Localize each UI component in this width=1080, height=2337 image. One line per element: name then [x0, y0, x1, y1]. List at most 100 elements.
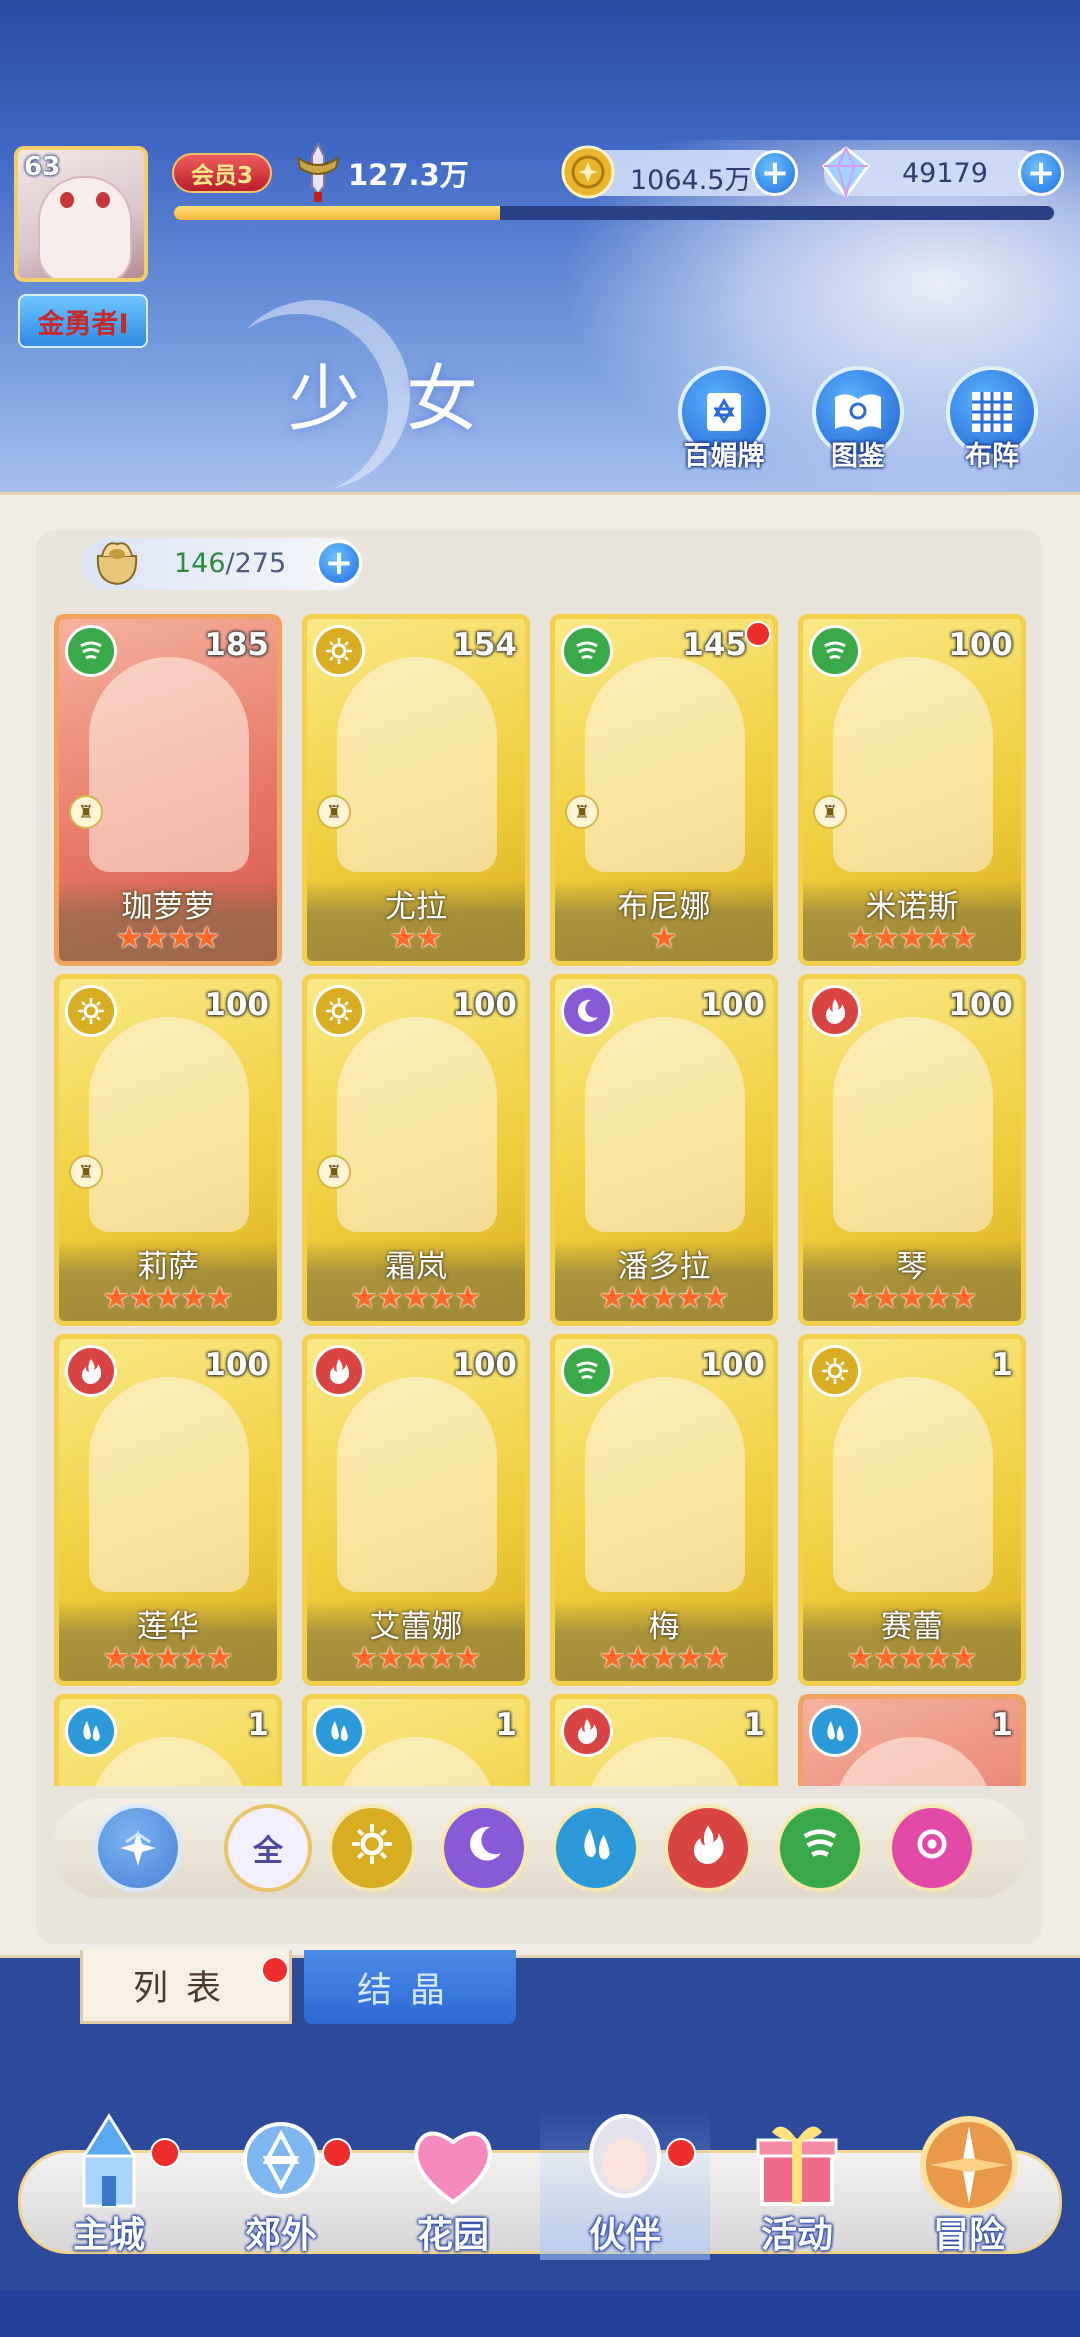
- character-portrait: [833, 657, 993, 872]
- character-portrait: [89, 1017, 249, 1232]
- gallery-button[interactable]: 图鉴: [808, 366, 908, 486]
- filter-sort-button[interactable]: [94, 1804, 182, 1892]
- character-card[interactable]: 1 赛蕾 ★★★★★: [798, 1334, 1026, 1686]
- tab-crystal[interactable]: 结晶: [304, 1950, 516, 2024]
- star-icon: ★: [846, 1280, 875, 1316]
- moon-element-icon: [561, 985, 613, 1037]
- character-level: 1: [247, 1707, 269, 1743]
- water-element-icon: [65, 1705, 117, 1757]
- character-card[interactable]: 145 ♜ 布尼娜 ★: [550, 614, 778, 966]
- nav-label: 主城: [72, 2215, 145, 2256]
- player-level: 63: [24, 152, 61, 182]
- player-title-badge[interactable]: 金勇者I: [18, 294, 148, 348]
- add-diamond-button[interactable]: +: [1018, 150, 1064, 196]
- flame-icon: [685, 1821, 731, 1875]
- star-icon: ★: [402, 1280, 430, 1316]
- tab-list-label: 列表: [132, 1969, 239, 2009]
- star-icon: ★: [624, 1640, 653, 1676]
- character-portrait: [337, 1377, 497, 1592]
- star-icon: ★: [898, 1280, 926, 1316]
- filter-fire-button[interactable]: [664, 1804, 752, 1892]
- formation-button[interactable]: 布阵: [942, 366, 1042, 486]
- filter-all-button[interactable]: 全: [224, 1804, 312, 1892]
- nav-1-magic-gate[interactable]: 郊外: [196, 2110, 366, 2260]
- character-card[interactable]: 1: [550, 1694, 778, 1786]
- star-icon: ★: [427, 1640, 456, 1676]
- rank-badge-icon: ♜: [565, 795, 599, 829]
- star-icon: ★: [650, 1280, 678, 1316]
- filter-light-button[interactable]: [328, 1804, 416, 1892]
- card-deck-button[interactable]: 百媚牌: [674, 366, 774, 486]
- filter-water-button[interactable]: [552, 1804, 640, 1892]
- character-card[interactable]: 100 莲华 ★★★★★: [54, 1334, 282, 1686]
- notification-dot: [322, 2138, 352, 2168]
- character-card[interactable]: 154 ♜ 尤拉 ★★: [302, 614, 530, 966]
- expand-inventory-button[interactable]: +: [316, 540, 362, 586]
- star-rating: ★★★★★: [555, 1643, 773, 1674]
- character-card[interactable]: 1: [798, 1694, 1026, 1786]
- heart-garden-icon: [398, 2110, 508, 2220]
- character-portrait: [833, 1377, 993, 1592]
- nav-3-partner-portrait[interactable]: 伙伴: [540, 2110, 710, 2260]
- star-icon: ★: [102, 1640, 131, 1676]
- rank-badge-icon: ♜: [317, 795, 351, 829]
- character-portrait: [585, 1377, 745, 1592]
- player-avatar[interactable]: 63: [14, 146, 148, 282]
- star-rating: ★★★★: [59, 923, 277, 954]
- filter-heart-button[interactable]: [888, 1804, 976, 1892]
- character-card[interactable]: 1: [54, 1694, 282, 1786]
- inventory-current: 146: [174, 548, 226, 579]
- light-element-icon: [809, 1345, 861, 1397]
- inventory-max: /275: [225, 548, 287, 579]
- character-level: 185: [204, 627, 269, 663]
- wind-element-icon: [809, 625, 861, 677]
- character-card[interactable]: 100 ♜ 米诺斯 ★★★★★: [798, 614, 1026, 966]
- tab-list[interactable]: 列表: [80, 1950, 292, 2024]
- exp-progress-fill: [174, 206, 500, 220]
- water-element-icon: [809, 1705, 861, 1757]
- star-icon: ★: [872, 920, 901, 956]
- gallery-label: 图鉴: [831, 441, 885, 472]
- page-title: 少女: [288, 357, 525, 441]
- character-portrait: [585, 657, 745, 872]
- character-portrait: [585, 1017, 745, 1232]
- character-card[interactable]: 1: [302, 1694, 530, 1786]
- star-icon: ★: [701, 1280, 730, 1316]
- star-icon: ★: [415, 920, 443, 956]
- notification-dot: [745, 621, 771, 647]
- vip-badge[interactable]: 会员3: [172, 153, 272, 193]
- character-card[interactable]: 100 ♜ 莉萨 ★★★★★: [54, 974, 282, 1326]
- fire-element-icon: [65, 1345, 117, 1397]
- light-element-icon: [313, 625, 365, 677]
- star-icon: ★: [898, 1640, 926, 1676]
- star-icon: ★: [949, 1280, 978, 1316]
- star-icon: ★: [872, 1640, 901, 1676]
- character-card[interactable]: 100 潘多拉 ★★★★★: [550, 974, 778, 1326]
- character-card[interactable]: 100 琴 ★★★★★: [798, 974, 1026, 1326]
- character-card[interactable]: 185 ♜ 珈萝萝 ★★★★: [54, 614, 282, 966]
- star-icon: ★: [154, 1640, 182, 1676]
- add-gold-button[interactable]: +: [752, 150, 798, 196]
- fire-element-icon: [561, 1705, 613, 1757]
- element-filter-bar: [52, 1798, 1028, 1898]
- compass-icon: [914, 2110, 1024, 2220]
- nav-2-heart-garden[interactable]: 花园: [368, 2110, 538, 2260]
- partner-portrait-icon: [570, 2110, 680, 2220]
- filter-wind-button[interactable]: [776, 1804, 864, 1892]
- character-level: 1: [495, 1707, 517, 1743]
- rank-badge-icon: ♜: [813, 795, 847, 829]
- nav-5-compass[interactable]: 冒险: [884, 2110, 1054, 2260]
- nav-4-gift-box[interactable]: 活动: [712, 2110, 882, 2260]
- gold-value: 1064.5万: [630, 165, 752, 196]
- filter-moon-button[interactable]: [440, 1804, 528, 1892]
- character-level: 1: [743, 1707, 765, 1743]
- star-icon: ★: [675, 1640, 704, 1676]
- nav-0-castle[interactable]: 主城: [24, 2110, 194, 2260]
- star-rating: ★★★★★: [59, 1283, 277, 1314]
- character-card[interactable]: 100 ♜ 霜岚 ★★★★★: [302, 974, 530, 1326]
- star-icon: ★: [179, 1280, 208, 1316]
- character-card[interactable]: 100 梅 ★★★★★: [550, 1334, 778, 1686]
- star-icon: ★: [650, 1640, 678, 1676]
- star-icon: ★: [376, 1640, 405, 1676]
- character-card[interactable]: 100 艾蕾娜 ★★★★★: [302, 1334, 530, 1686]
